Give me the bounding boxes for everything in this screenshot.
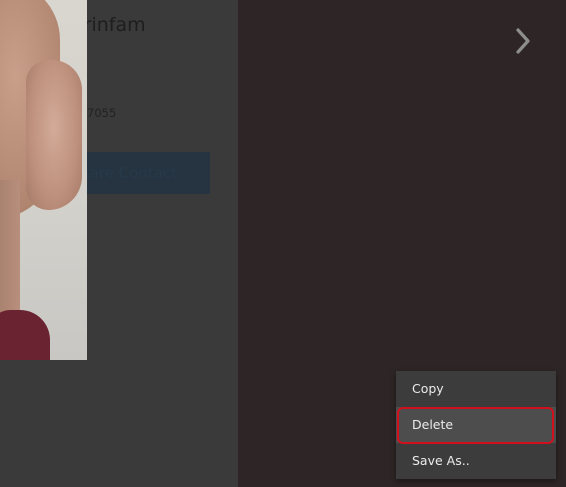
menu-item-delete[interactable]: Delete — [396, 407, 556, 443]
contact-phone: 7055 — [87, 106, 117, 120]
contact-photo — [0, 0, 87, 360]
photo-viewer-screen: arinfam 7055 hare Contact Copy Delete Sa… — [0, 0, 566, 487]
menu-item-save-as[interactable]: Save As.. — [396, 443, 556, 479]
menu-item-copy[interactable]: Copy — [396, 371, 556, 407]
photo-neck — [0, 180, 20, 330]
photo-ear — [26, 60, 82, 210]
chevron-right-icon[interactable] — [508, 26, 536, 56]
context-menu: Copy Delete Save As.. — [396, 371, 556, 479]
